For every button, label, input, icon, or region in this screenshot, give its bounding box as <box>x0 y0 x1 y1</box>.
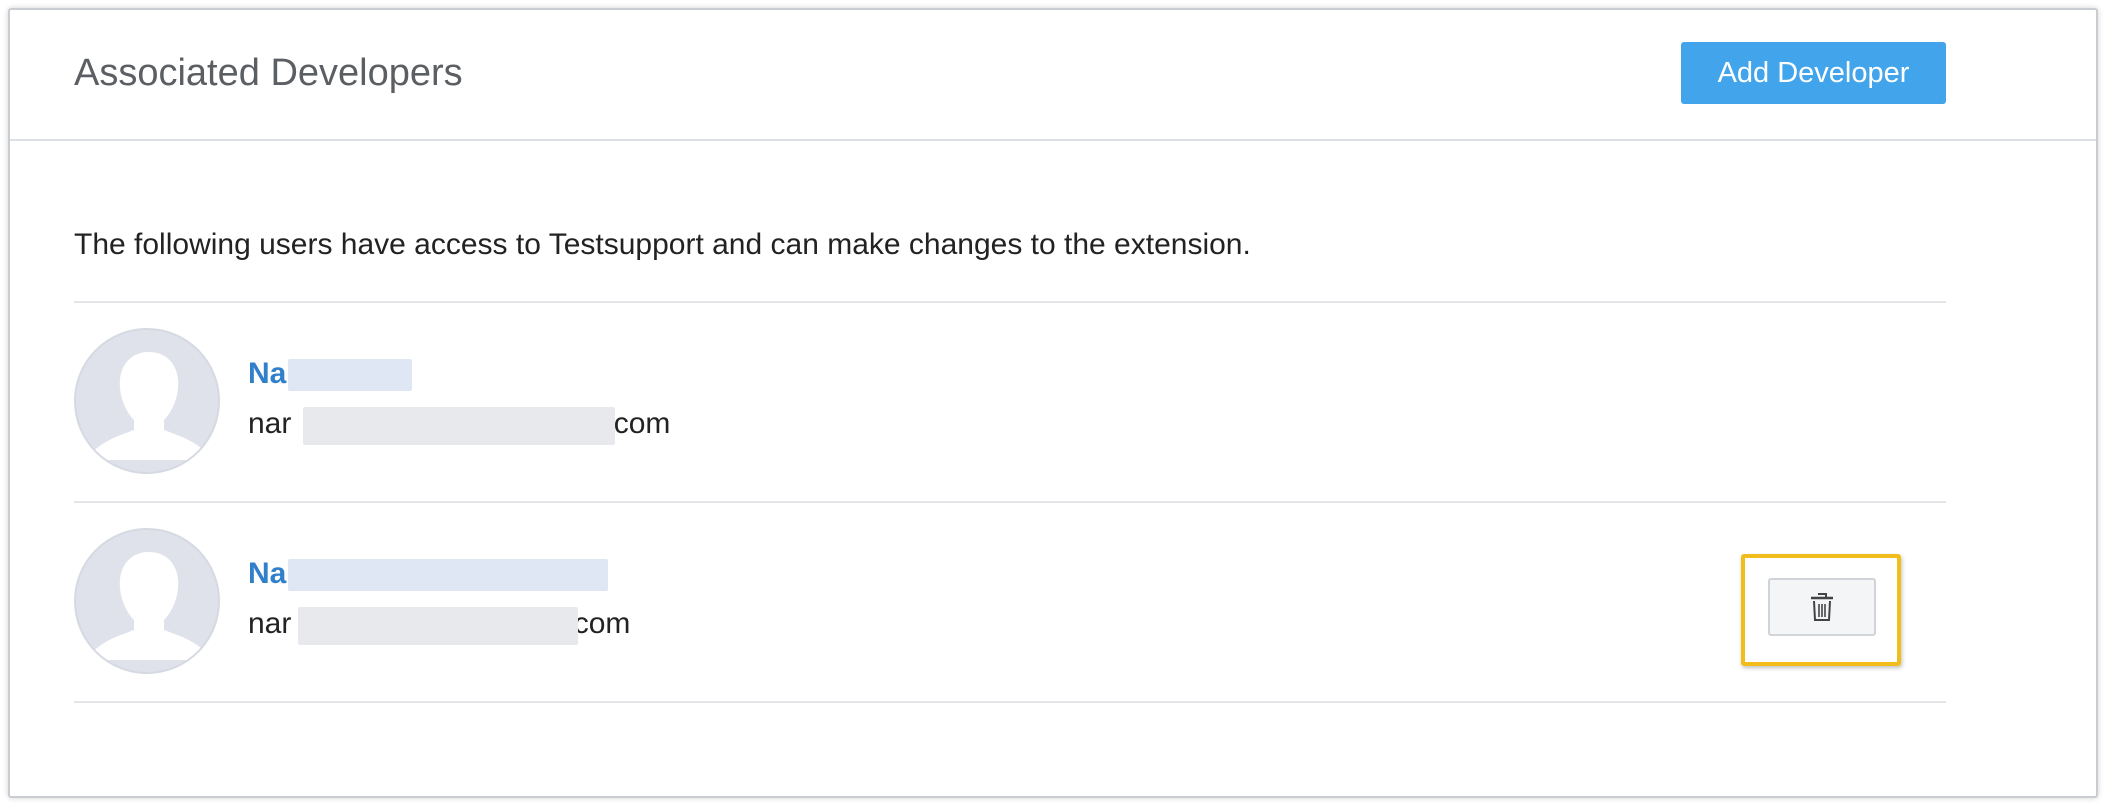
developer-row: Na nar .com <box>74 303 1946 501</box>
redacted-name <box>288 359 412 391</box>
redacted-email <box>298 607 578 645</box>
avatar <box>74 328 220 474</box>
avatar <box>74 528 220 674</box>
intro-text: The following users have access to Tests… <box>74 228 1251 261</box>
delete-developer-button[interactable] <box>1768 578 1876 636</box>
panel-header: Associated Developers Add Developer <box>10 10 2096 141</box>
associated-developers-panel: Associated Developers Add Developer The … <box>8 8 2098 798</box>
add-developer-button[interactable]: Add Developer <box>1681 42 1946 104</box>
developer-row: Na nar .com <box>74 503 1946 701</box>
user-silhouette-icon <box>86 352 212 460</box>
divider <box>74 701 1946 703</box>
redacted-name <box>288 559 608 591</box>
user-silhouette-icon <box>86 552 212 660</box>
trash-icon <box>1811 593 1833 621</box>
developer-name-link[interactable]: Na <box>248 357 286 391</box>
developer-name-link[interactable]: Na <box>248 557 286 591</box>
redacted-email <box>303 407 615 445</box>
page-title: Associated Developers <box>74 52 463 94</box>
